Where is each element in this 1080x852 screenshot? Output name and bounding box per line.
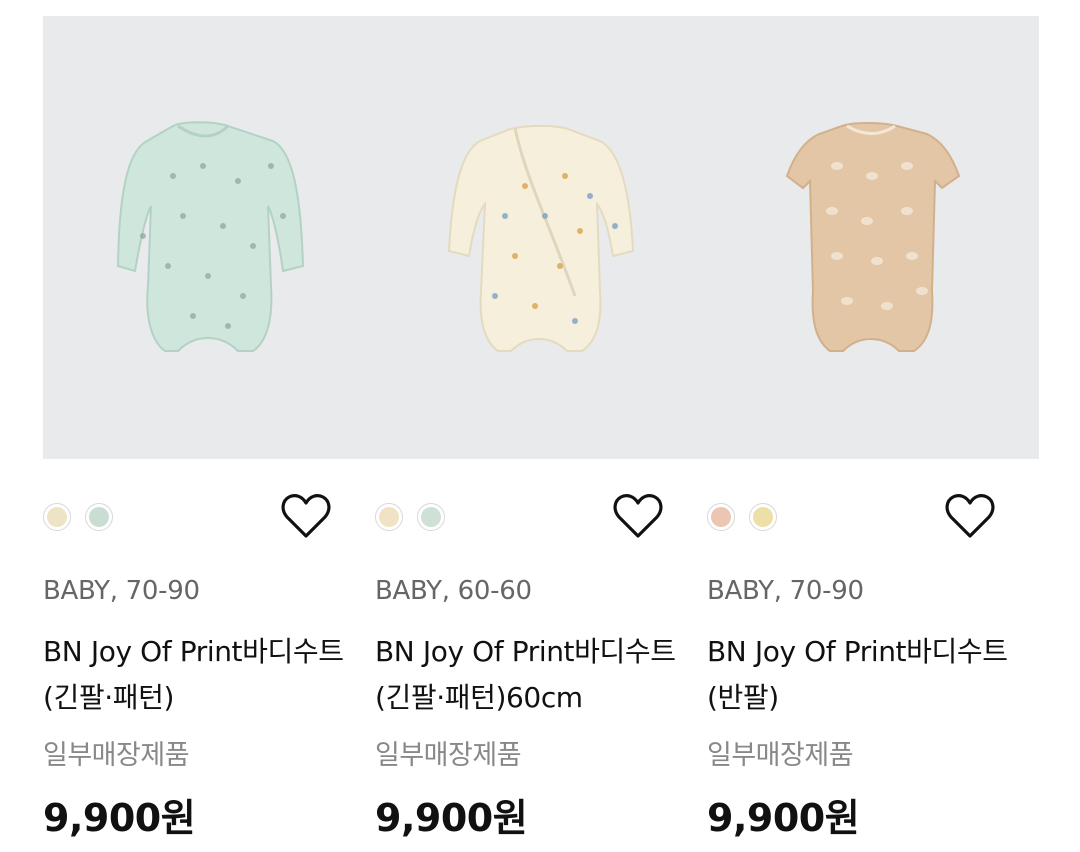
swatch-fill bbox=[753, 507, 773, 527]
swatch-fill bbox=[421, 507, 441, 527]
product-name[interactable]: BN Joy Of Print바디수트(반팔) bbox=[707, 629, 1027, 721]
product-category: BABY, 70-90 bbox=[707, 576, 864, 606]
product-name[interactable]: BN Joy Of Print바디수트(긴팔·패턴)60cm bbox=[375, 629, 695, 721]
availability-label: 일부매장제품 bbox=[375, 740, 522, 771]
availability-label: 일부매장제품 bbox=[43, 740, 190, 771]
product-card[interactable]: BABY, 70-90 BN Joy Of Print바디수트(긴팔·패턴) 일… bbox=[43, 459, 375, 852]
color-swatches bbox=[43, 503, 113, 531]
availability-label: 일부매장제품 bbox=[707, 740, 854, 771]
cream-bodysuit-illustration bbox=[447, 124, 635, 352]
swatch-fill bbox=[711, 507, 731, 527]
product-name[interactable]: BN Joy Of Print바디수트(긴팔·패턴) bbox=[43, 629, 363, 721]
product-card[interactable]: BABY, 70-90 BN Joy Of Print바디수트(반팔) 일부매장… bbox=[707, 459, 1039, 852]
swatch-fill bbox=[89, 507, 109, 527]
color-swatch[interactable] bbox=[85, 503, 113, 531]
product-image-1[interactable] bbox=[43, 16, 375, 459]
product-price: 9,900원 bbox=[375, 796, 528, 840]
color-swatch[interactable] bbox=[43, 503, 71, 531]
color-swatches bbox=[375, 503, 445, 531]
color-swatch[interactable] bbox=[707, 503, 735, 531]
heart-outline-icon[interactable] bbox=[945, 492, 995, 540]
mint-bodysuit-illustration bbox=[116, 121, 305, 352]
product-price: 9,900원 bbox=[707, 796, 860, 840]
product-category: BABY, 60-60 bbox=[375, 576, 532, 606]
heart-outline-icon[interactable] bbox=[613, 492, 663, 540]
product-card[interactable]: BABY, 60-60 BN Joy Of Print바디수트(긴팔·패턴)60… bbox=[375, 459, 707, 852]
swatch-fill bbox=[379, 507, 399, 527]
color-swatch[interactable] bbox=[749, 503, 777, 531]
product-image-strip bbox=[43, 16, 1039, 459]
color-swatch[interactable] bbox=[375, 503, 403, 531]
product-grid: BABY, 70-90 BN Joy Of Print바디수트(긴팔·패턴) 일… bbox=[43, 459, 1039, 852]
color-swatches bbox=[707, 503, 777, 531]
beige-bodysuit-illustration bbox=[785, 122, 961, 352]
product-image-3[interactable] bbox=[707, 16, 1039, 459]
product-price: 9,900원 bbox=[43, 796, 196, 840]
heart-outline-icon[interactable] bbox=[281, 492, 331, 540]
product-category: BABY, 70-90 bbox=[43, 576, 200, 606]
color-swatch[interactable] bbox=[417, 503, 445, 531]
swatch-fill bbox=[47, 507, 67, 527]
product-image-2[interactable] bbox=[375, 16, 707, 459]
